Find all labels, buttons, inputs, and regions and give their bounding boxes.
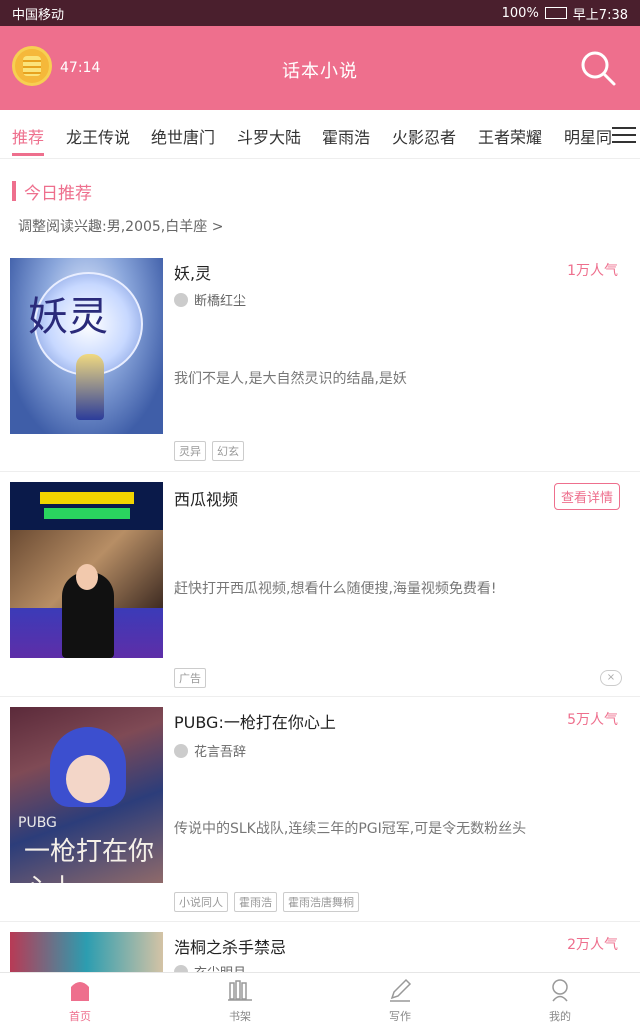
menu-icon[interactable] bbox=[612, 124, 636, 144]
tab-category[interactable]: 霍雨浩 bbox=[322, 124, 370, 148]
chevron-right-icon: > bbox=[211, 219, 224, 235]
book-cover[interactable] bbox=[10, 932, 163, 972]
popularity-label: 2万人气 bbox=[567, 937, 618, 953]
tab-category[interactable]: 绝世唐门 bbox=[151, 124, 215, 148]
close-icon[interactable]: × bbox=[600, 670, 622, 686]
avatar bbox=[174, 743, 188, 758]
pencil-icon bbox=[390, 978, 412, 1002]
adjust-interest-link[interactable]: 调整阅读兴趣:男,2005,白羊座 > bbox=[18, 216, 223, 236]
author: 玄尘明月 bbox=[174, 962, 246, 972]
book-card[interactable]: PUBG 一枪打在你心上 PUBG:一枪打在你心上 5万人气 花言吾辞 传说中的… bbox=[0, 697, 640, 922]
avatar bbox=[174, 964, 188, 972]
author: 花言吾辞 bbox=[174, 741, 246, 760]
tag[interactable]: 霍雨浩 bbox=[234, 892, 277, 912]
tab-category[interactable]: 斗罗大陆 bbox=[237, 124, 301, 148]
ad-card[interactable]: 西瓜视频 查看详情 赶快打开西瓜视频,想看什么随便搜,海量视频免费看! 广告 × bbox=[0, 472, 640, 697]
book-description: 传说中的SLK战队,连续三年的PGI冠军,可是令无数粉丝头 bbox=[174, 821, 527, 837]
tab-category[interactable]: 明星同 bbox=[564, 124, 612, 148]
section-title: 今日推荐 bbox=[24, 183, 92, 204]
search-icon[interactable] bbox=[578, 48, 618, 88]
clock-label: 早上7:38 bbox=[572, 7, 628, 23]
active-tab-indicator bbox=[12, 153, 44, 156]
ad-description: 赶快打开西瓜视频,想看什么随便搜,海量视频免费看! bbox=[174, 581, 497, 597]
nav-profile[interactable]: 我的 bbox=[530, 977, 590, 1024]
profile-icon bbox=[552, 979, 568, 1002]
nav-home[interactable]: 首页 bbox=[50, 977, 110, 1024]
book-title: PUBG:一枪打在你心上 bbox=[174, 713, 336, 732]
tag-list: 广告 bbox=[174, 668, 206, 688]
ad-title: 西瓜视频 bbox=[174, 490, 239, 509]
nav-write[interactable]: 写作 bbox=[370, 977, 430, 1024]
nav-bookshelf[interactable]: 书架 bbox=[210, 977, 270, 1024]
book-card[interactable]: 妖灵 妖,灵 1万人气 断橋红尘 我们不是人,是大自然灵识的结晶,是妖 灵异 幻… bbox=[0, 248, 640, 472]
bottom-navigation: 首页 书架 写作 我的 bbox=[0, 972, 640, 1025]
view-details-button[interactable]: 查看详情 bbox=[553, 483, 620, 510]
app-header: 47:14 话本小说 bbox=[0, 26, 640, 110]
battery-label: 100% bbox=[501, 5, 539, 21]
tab-category[interactable]: 龙王传说 bbox=[66, 124, 130, 148]
tab-recommend[interactable]: 推荐 bbox=[12, 124, 44, 148]
tag[interactable]: 幻玄 bbox=[212, 441, 244, 461]
book-title: 妖,灵 bbox=[174, 264, 212, 283]
tag[interactable]: 霍雨浩唐舞桐 bbox=[283, 892, 359, 912]
home-icon bbox=[71, 982, 89, 1001]
book-card[interactable]: 浩桐之杀手禁忌 2万人气 玄尘明月 bbox=[0, 922, 640, 972]
tag[interactable]: 小说同人 bbox=[174, 892, 228, 912]
category-tabs: 推荐 龙王传说 绝世唐门 斗罗大陆 霍雨浩 火影忍者 王者荣耀 明星同 bbox=[0, 110, 640, 159]
book-cover[interactable]: 妖灵 bbox=[10, 258, 163, 434]
author: 断橋红尘 bbox=[174, 290, 246, 309]
avatar bbox=[174, 292, 188, 307]
bookshelf-icon bbox=[228, 980, 252, 1001]
tag-list: 灵异 幻玄 bbox=[174, 441, 244, 461]
status-bar: 中国移动 100% 早上7:38 bbox=[0, 0, 640, 26]
book-title: 浩桐之杀手禁忌 bbox=[174, 938, 287, 957]
carrier-label: 中国移动 bbox=[12, 7, 65, 23]
popularity-label: 1万人气 bbox=[567, 263, 618, 279]
tab-category[interactable]: 王者荣耀 bbox=[478, 124, 542, 148]
battery-icon bbox=[544, 7, 567, 19]
tag-list: 小说同人 霍雨浩 霍雨浩唐舞桐 bbox=[174, 892, 359, 912]
section-header: 今日推荐 bbox=[12, 180, 92, 204]
ad-label: 广告 bbox=[174, 668, 206, 688]
book-description: 我们不是人,是大自然灵识的结晶,是妖 bbox=[174, 371, 407, 387]
app-title: 话本小说 bbox=[282, 61, 358, 82]
ad-image[interactable] bbox=[10, 482, 163, 658]
popularity-label: 5万人气 bbox=[567, 712, 618, 728]
tab-category[interactable]: 火影忍者 bbox=[392, 124, 456, 148]
tag[interactable]: 灵异 bbox=[174, 441, 206, 461]
book-cover[interactable]: PUBG 一枪打在你心上 bbox=[10, 707, 163, 883]
